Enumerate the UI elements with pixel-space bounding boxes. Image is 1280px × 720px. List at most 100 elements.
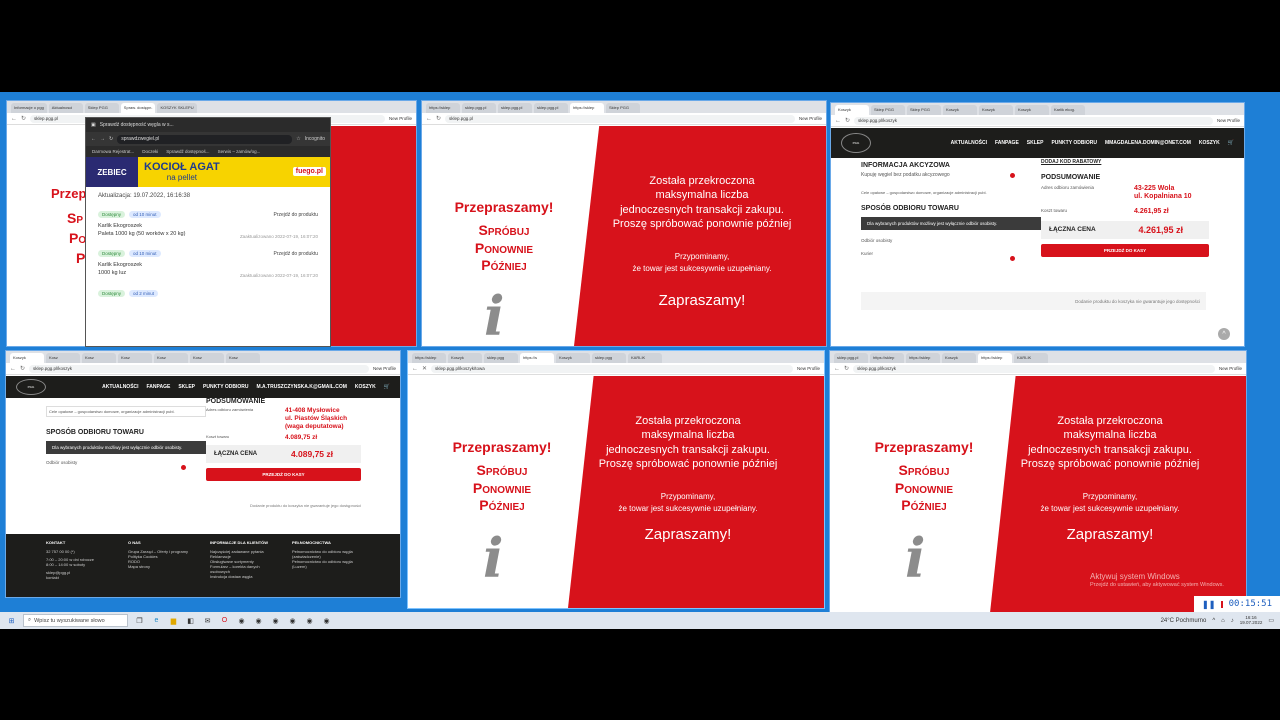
nav-item[interactable]: AKTUALNOŚCI	[951, 140, 987, 146]
nav-item[interactable]: SKLEP	[178, 384, 195, 390]
edge-icon[interactable]: e	[151, 615, 162, 626]
pickup-personal[interactable]: Odbiór osobisty	[861, 238, 1031, 243]
browser-tab[interactable]: https://sklep	[570, 103, 604, 113]
nav-item[interactable]: SKLEP	[1027, 140, 1044, 146]
ad-banner[interactable]: ZEBIEC KOCIOŁ AGAT na pellet fuego.pl	[86, 157, 330, 187]
stop-icon[interactable]	[1221, 600, 1223, 608]
footer-link[interactable]: Instrukcja dostaw węgla	[210, 574, 278, 579]
browser-tab[interactable]: sklep.pgg.pl	[834, 353, 868, 363]
browser-tab[interactable]: Kosz	[82, 353, 116, 363]
browser-tab[interactable]: https://s	[520, 353, 554, 363]
browser-tab[interactable]: Kosz	[46, 353, 80, 363]
profile-label[interactable]: New Profile	[389, 116, 412, 121]
store-icon[interactable]: ◧	[185, 615, 196, 626]
pickup-courier[interactable]: Kurier	[861, 251, 1031, 256]
browser-tab[interactable]: Sklep PGG	[606, 103, 640, 113]
url-field[interactable]: sklep.pgg.pl/koszyk	[854, 116, 1213, 125]
browser-tab[interactable]: Informacje o pgg	[11, 103, 47, 113]
reload-icon[interactable]: ↻	[844, 365, 849, 372]
nav-item[interactable]: AKTUALNOŚCI	[102, 384, 138, 390]
browser-tab[interactable]: KARLIK	[1014, 353, 1048, 363]
popup-tab-title[interactable]: Sprawdź dostępność węgla w s...	[100, 122, 174, 128]
reload-icon[interactable]: ↻	[21, 115, 26, 122]
forward-icon[interactable]: →	[100, 136, 105, 142]
weather-status[interactable]: 24°C Pochmurno	[1161, 618, 1207, 624]
browser-window-3[interactable]: Koszyk Sklep PGG Sklep PGG Koszyk Koszyk…	[830, 102, 1245, 347]
back-icon[interactable]: ←	[11, 116, 17, 122]
browser-tab[interactable]: Kosz	[118, 353, 152, 363]
back-icon[interactable]: ←	[412, 366, 418, 372]
bookmark-item[interactable]: Sprawdź dostępnoś...	[166, 149, 209, 154]
reload-icon[interactable]: ↻	[436, 115, 441, 122]
browser-tab[interactable]: sklep.pgg	[484, 353, 518, 363]
pgg-logo[interactable]: PGG	[16, 379, 46, 395]
goto-product-link[interactable]: Przejdź do produktu	[274, 251, 318, 257]
bookmark-item[interactable]: Darmowa Rejestrat...	[92, 149, 134, 154]
profile-label[interactable]: New Profile	[797, 366, 820, 371]
url-field[interactable]: sprawdzwegiel.pl	[117, 134, 293, 144]
purpose-option[interactable]: Cele opałowe – gospodarstwo domowe, orga…	[861, 190, 1031, 195]
pgg-logo[interactable]: PGG	[841, 133, 871, 153]
browser-window-5[interactable]: https://sklep Koszyk sklep.pgg https://s…	[407, 350, 825, 609]
browser-tab[interactable]: sklep.pgg.pl	[462, 103, 496, 113]
network-icon[interactable]: ⌂	[1221, 618, 1225, 624]
cart-link[interactable]: KOSZYK	[355, 384, 376, 390]
browser-tab[interactable]: https://sklep	[870, 353, 904, 363]
back-icon[interactable]: ←	[834, 366, 840, 372]
browser-tab[interactable]: Koszyk	[448, 353, 482, 363]
browser-tab[interactable]: Koszyk	[942, 353, 976, 363]
browser-tab[interactable]: sklep.pgg	[592, 353, 626, 363]
footer-phone[interactable]: 32 757 00 00 (*)	[46, 549, 114, 554]
profile-label[interactable]: New Profile	[799, 116, 822, 121]
url-field[interactable]: sklep.pgg.pl/koszyk	[29, 364, 369, 373]
nav-item[interactable]: MMAGDALENA.DOMIN@ONET.COM	[1105, 140, 1191, 146]
browser-tab[interactable]: Koszyk	[979, 105, 1013, 115]
radio-selected[interactable]	[1010, 256, 1015, 261]
opera-icon[interactable]: O	[219, 615, 230, 626]
incognito-label[interactable]: Incognito	[305, 136, 325, 142]
reload-icon[interactable]: ↻	[845, 117, 850, 124]
reload-icon[interactable]: ↻	[109, 136, 113, 142]
browser-tab[interactable]: Koszyk	[835, 105, 869, 115]
file-explorer-icon[interactable]: ▆	[168, 615, 179, 626]
chrome-icon[interactable]: ◉	[253, 615, 264, 626]
browser-tab[interactable]: Spraw. dostępn.	[120, 103, 156, 113]
browser-tab[interactable]: Kosz	[190, 353, 224, 363]
bookmark-item[interactable]: Serwis – zamów/og...	[218, 149, 261, 154]
browser-tab[interactable]: sklep.pgg.pl	[534, 103, 568, 113]
footer-link[interactable]: Formularz – korekta danych osobowych	[210, 564, 278, 574]
chrome-icon[interactable]: ◉	[270, 615, 281, 626]
radio-selected[interactable]	[1010, 173, 1015, 178]
url-field[interactable]: sklep.pgg.pl	[445, 114, 795, 123]
footer-link[interactable]: Pełnomocnictwo do odbioru węgla (zaświad…	[292, 549, 360, 559]
url-field[interactable]: sklep.pgg.pl/koszyk/towa	[431, 364, 793, 373]
chrome-icon[interactable]: ◉	[287, 615, 298, 626]
availability-popup-window[interactable]: ▣ Sprawdź dostępność węgla w s... ← → ↻ …	[85, 117, 331, 347]
windows-start-icon[interactable]: ⊞	[6, 615, 17, 626]
url-field[interactable]: sklep.pgg.pl/koszyk	[853, 364, 1215, 373]
browser-tab[interactable]: Sklep PGG	[907, 105, 941, 115]
chrome-icon[interactable]: ◉	[236, 615, 247, 626]
browser-tab[interactable]: Koszyk	[10, 353, 44, 363]
chrome-icon[interactable]: ◉	[304, 615, 315, 626]
browser-tab[interactable]: Sklep PGG	[84, 103, 119, 113]
reload-icon[interactable]: ↻	[20, 365, 25, 372]
volume-icon[interactable]: ♪	[1231, 618, 1234, 624]
back-icon[interactable]: ←	[10, 366, 16, 372]
excise-option[interactable]: Kupuję węgiel bez podatku akcyzowego	[861, 172, 1031, 178]
tray-chevron-icon[interactable]: ^	[1212, 618, 1215, 624]
close-icon[interactable]: ✕	[422, 365, 427, 372]
profile-label[interactable]: New Profile	[1219, 366, 1242, 371]
browser-tab[interactable]: https://sklep	[426, 103, 460, 113]
nav-item[interactable]: FANPAGE	[147, 384, 171, 390]
browser-tab[interactable]: Koszyk	[1015, 105, 1049, 115]
radio-selected[interactable]	[181, 465, 186, 470]
back-icon[interactable]: ←	[835, 118, 841, 124]
star-icon[interactable]: ☆	[296, 136, 300, 142]
browser-tab[interactable]: Kosz	[154, 353, 188, 363]
nav-item[interactable]: PUNKTY ODBIORU	[203, 384, 248, 390]
browser-window-4[interactable]: Koszyk Kosz Kosz Kosz Kosz Kosz Kosz ← ↻…	[5, 350, 401, 598]
browser-tab[interactable]: Kosz	[226, 353, 260, 363]
browser-tab[interactable]: Aktualnosci	[48, 103, 83, 113]
scroll-top-icon[interactable]: ^	[1218, 328, 1230, 340]
